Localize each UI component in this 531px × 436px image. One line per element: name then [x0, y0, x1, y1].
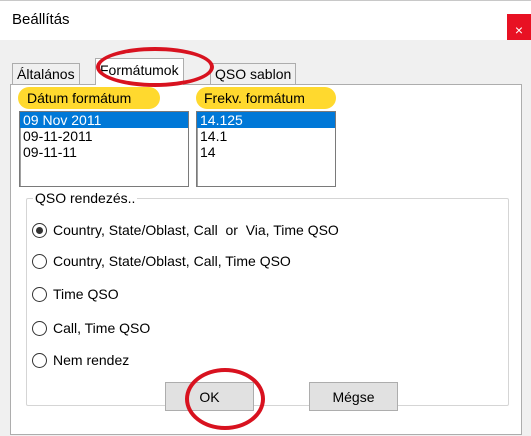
- qso-sort-label: QSO rendezés..: [33, 190, 138, 206]
- freq-format-listbox[interactable]: 14.125 14.1 14: [196, 111, 336, 187]
- radio-label: Country, State/Oblast, Call, Time QSO: [53, 253, 291, 269]
- close-icon: ×: [514, 22, 524, 38]
- radio-unchecked-icon[interactable]: [32, 286, 47, 302]
- list-item[interactable]: 14.1: [197, 128, 335, 144]
- dialog-client-area: Általános Formátumok QSO sablon Dátum fo…: [0, 40, 531, 436]
- radio-label: Nem rendez: [53, 352, 130, 368]
- list-item[interactable]: 09-11-2011: [20, 128, 188, 144]
- list-item[interactable]: 09 Nov 2011: [20, 112, 188, 128]
- radio-label: Country, State/Oblast, Call or Via, Time…: [53, 222, 339, 238]
- radio-no-sort[interactable]: Nem rendez: [32, 350, 129, 370]
- cancel-button[interactable]: Mégse: [309, 382, 398, 411]
- tab-formats[interactable]: Formátumok: [95, 58, 184, 85]
- radio-label: Time QSO: [53, 286, 119, 302]
- tab-general[interactable]: Általános: [12, 63, 80, 84]
- title-bar: Beállítás ×: [0, 0, 531, 46]
- list-item[interactable]: 09-11-11: [20, 144, 188, 160]
- radio-sort-country-state-call-time[interactable]: Country, State/Oblast, Call, Time QSO: [32, 251, 291, 271]
- radio-sort-country-state-call-via-time[interactable]: Country, State/Oblast, Call or Via, Time…: [32, 220, 339, 240]
- settings-dialog: Beállítás × Általános Formátumok QSO sab…: [0, 0, 531, 436]
- radio-unchecked-icon[interactable]: [32, 253, 47, 269]
- date-format-label: Dátum formátum: [27, 90, 132, 106]
- ok-button[interactable]: OK: [165, 382, 254, 411]
- radio-unchecked-icon[interactable]: [32, 352, 47, 368]
- date-format-listbox[interactable]: 09 Nov 2011 09-11-2011 09-11-11: [19, 111, 189, 187]
- radio-checked-icon[interactable]: [32, 222, 47, 238]
- tab-qso-template[interactable]: QSO sablon: [210, 63, 297, 84]
- list-item[interactable]: 14: [197, 144, 335, 160]
- window-title: Beállítás: [12, 11, 70, 28]
- radio-sort-time[interactable]: Time QSO: [32, 284, 119, 304]
- radio-unchecked-icon[interactable]: [32, 320, 47, 336]
- list-item[interactable]: 14.125: [197, 112, 335, 128]
- radio-sort-call-time[interactable]: Call, Time QSO: [32, 318, 150, 338]
- freq-format-label: Frekv. formátum: [204, 90, 305, 106]
- radio-label: Call, Time QSO: [53, 320, 151, 336]
